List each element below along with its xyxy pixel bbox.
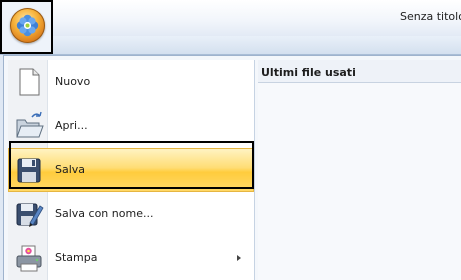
title-bar: Senza titolo (0, 0, 461, 36)
printer-icon (14, 242, 44, 274)
new-document-icon (14, 66, 44, 98)
menu-item-label: Nuovo (55, 75, 91, 88)
menu-item-save-as[interactable]: Salva con nome... (8, 192, 254, 236)
menu-item-print[interactable]: Stampa (8, 236, 254, 280)
recent-files-title: Ultimi file usati (261, 66, 356, 79)
submenu-arrow-icon (237, 255, 241, 261)
recent-files-header: Ultimi file usati (258, 60, 461, 83)
application-button[interactable] (0, 0, 53, 54)
menu-item-new[interactable]: Nuovo (8, 60, 254, 104)
save-as-icon (14, 198, 44, 230)
open-folder-icon (14, 110, 44, 142)
recent-files-panel: Ultimi file usati (258, 60, 461, 280)
app-orb-icon (10, 8, 45, 43)
selection-frame (9, 141, 254, 189)
ribbon-strip (0, 36, 461, 55)
menu-item-label: Apri... (55, 119, 88, 132)
window-title: Senza titolo (400, 10, 461, 23)
menu-item-label: Stampa (55, 251, 98, 264)
menu-item-label: Salva con nome... (55, 207, 154, 220)
